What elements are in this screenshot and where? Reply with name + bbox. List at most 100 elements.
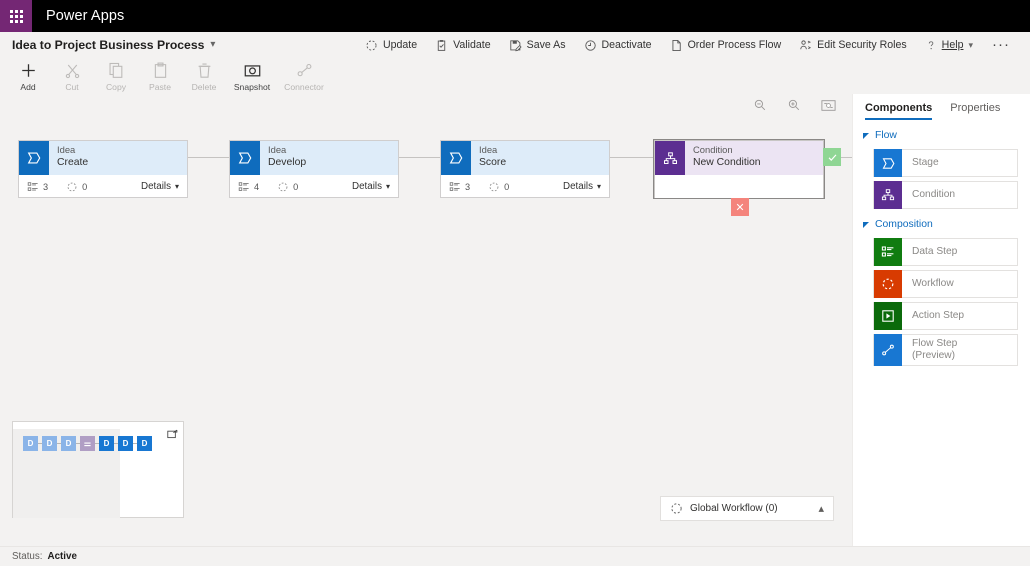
stage-entity: Idea	[57, 144, 88, 156]
section-flow-header[interactable]: Flow	[853, 120, 1030, 145]
add-button[interactable]: Add	[6, 58, 50, 92]
cut-button[interactable]: Cut	[50, 58, 94, 92]
stage-icon	[441, 141, 471, 175]
tab-components[interactable]: Components	[865, 102, 932, 120]
update-button[interactable]: Update	[356, 32, 426, 58]
branch-true-badge[interactable]	[823, 148, 841, 166]
delete-label: Delete	[192, 82, 217, 92]
check-icon	[827, 152, 838, 163]
help-label: Help	[942, 39, 964, 51]
add-label: Add	[20, 82, 35, 92]
workflows-count: 0	[504, 182, 509, 192]
connector-line	[610, 157, 654, 158]
deactivate-button[interactable]: Deactivate	[575, 32, 661, 58]
connector-button[interactable]: Connector	[278, 58, 330, 92]
data-steps-metric: 4	[238, 181, 259, 193]
stage-node[interactable]: Idea Develop 4 0	[229, 140, 399, 198]
order-process-flow-label: Order Process Flow	[688, 39, 782, 51]
snapshot-button[interactable]: Snapshot	[226, 58, 278, 92]
section-composition-label: Composition	[875, 219, 933, 230]
workflows-count: 0	[293, 182, 298, 192]
component-condition[interactable]: Condition	[873, 181, 1018, 209]
data-steps-metric: 3	[449, 181, 470, 193]
component-flow-step-label: Flow Step (Preview)	[902, 338, 957, 362]
deactivate-label: Deactivate	[602, 39, 652, 51]
data-steps-metric: 3	[27, 181, 48, 193]
validate-label: Validate	[453, 39, 491, 51]
delete-button[interactable]: Delete	[182, 58, 226, 92]
workflows-metric: 0	[277, 181, 298, 193]
connector-line	[399, 157, 443, 158]
condition-text: Condition New Condition	[685, 141, 761, 175]
stage-name: Score	[479, 156, 506, 169]
edit-security-roles-button[interactable]: Edit Security Roles	[790, 32, 916, 58]
fit-to-screen-icon[interactable]	[821, 99, 836, 117]
zoom-controls	[753, 98, 836, 117]
save-as-icon	[509, 39, 522, 52]
stage-icon	[230, 141, 260, 175]
chevron-down-icon: ▾	[597, 182, 601, 191]
chevron-down-icon[interactable]: ▾	[210, 40, 215, 50]
details-label: Details	[352, 181, 382, 192]
triangle-expanded-icon	[863, 222, 869, 228]
details-toggle[interactable]: Details ▾	[563, 181, 601, 192]
chevron-down-icon: ▾	[968, 40, 973, 51]
data-step-icon	[27, 181, 39, 193]
zoom-out-icon[interactable]	[753, 98, 767, 117]
waffle-button[interactable]	[0, 0, 32, 32]
flow-step-icon	[874, 334, 902, 366]
condition-entity: Condition	[693, 144, 761, 156]
stage-text: Idea Score	[471, 141, 506, 175]
suite-bar: Power Apps	[0, 0, 1030, 32]
condition-node[interactable]: Condition New Condition	[654, 140, 824, 198]
zoom-in-icon[interactable]	[787, 98, 801, 117]
data-step-icon	[238, 181, 250, 193]
global-workflow-bar[interactable]: Global Workflow (0) ▴	[660, 496, 834, 521]
paste-button[interactable]: Paste	[138, 58, 182, 92]
data-steps-count: 3	[465, 182, 470, 192]
overflow-menu-button[interactable]: ···	[982, 35, 1020, 55]
connector-label: Connector	[284, 82, 324, 92]
stage-header: Idea Score	[441, 141, 609, 175]
minimize-map-icon[interactable]	[167, 426, 178, 444]
details-toggle[interactable]: Details ▾	[352, 181, 390, 192]
flow-canvas[interactable]: Idea Create 3 0	[0, 94, 852, 546]
stage-node[interactable]: Idea Create 3 0	[18, 140, 188, 198]
component-flow-step[interactable]: Flow Step (Preview)	[873, 334, 1018, 366]
stage-node[interactable]: Idea Score 3 0	[440, 140, 610, 198]
component-data-step-label: Data Step	[902, 246, 957, 258]
deactivate-icon	[584, 39, 597, 52]
workflow-icon	[670, 502, 683, 515]
section-flow-label: Flow	[875, 130, 897, 141]
details-toggle[interactable]: Details ▾	[141, 181, 179, 192]
minimap[interactable]: D D D ⚌ D D D	[12, 421, 184, 518]
stage-icon	[874, 149, 902, 177]
tab-properties[interactable]: Properties	[950, 102, 1000, 120]
app-name: Power Apps	[46, 8, 124, 24]
refresh-icon	[365, 39, 378, 52]
minimap-node: D	[137, 436, 152, 451]
help-button[interactable]: Help ▾	[916, 32, 982, 58]
chevron-down-icon: ▾	[175, 182, 179, 191]
section-composition-header[interactable]: Composition	[853, 209, 1030, 234]
ribbon-toolbar: Add Cut Copy	[0, 58, 1030, 94]
trash-icon	[195, 61, 214, 80]
component-action-step[interactable]: Action Step	[873, 302, 1018, 330]
workflows-metric: 0	[66, 181, 87, 193]
stage-icon	[19, 141, 49, 175]
validate-button[interactable]: Validate	[426, 32, 500, 58]
minimap-node: ⚌	[80, 436, 95, 451]
component-data-step[interactable]: Data Step	[873, 238, 1018, 266]
component-flow-step-line2: (Preview)	[912, 350, 957, 362]
connector-icon	[295, 61, 314, 80]
paste-label: Paste	[149, 82, 171, 92]
chevron-up-icon[interactable]: ▴	[818, 502, 824, 515]
save-as-button[interactable]: Save As	[500, 32, 575, 58]
order-process-flow-button[interactable]: Order Process Flow	[661, 32, 791, 58]
copy-button[interactable]: Copy	[94, 58, 138, 92]
branch-false-badge[interactable]	[731, 198, 749, 216]
component-stage[interactable]: Stage	[873, 149, 1018, 177]
condition-body	[655, 175, 823, 198]
cut-label: Cut	[65, 82, 78, 92]
component-workflow[interactable]: Workflow	[873, 270, 1018, 298]
